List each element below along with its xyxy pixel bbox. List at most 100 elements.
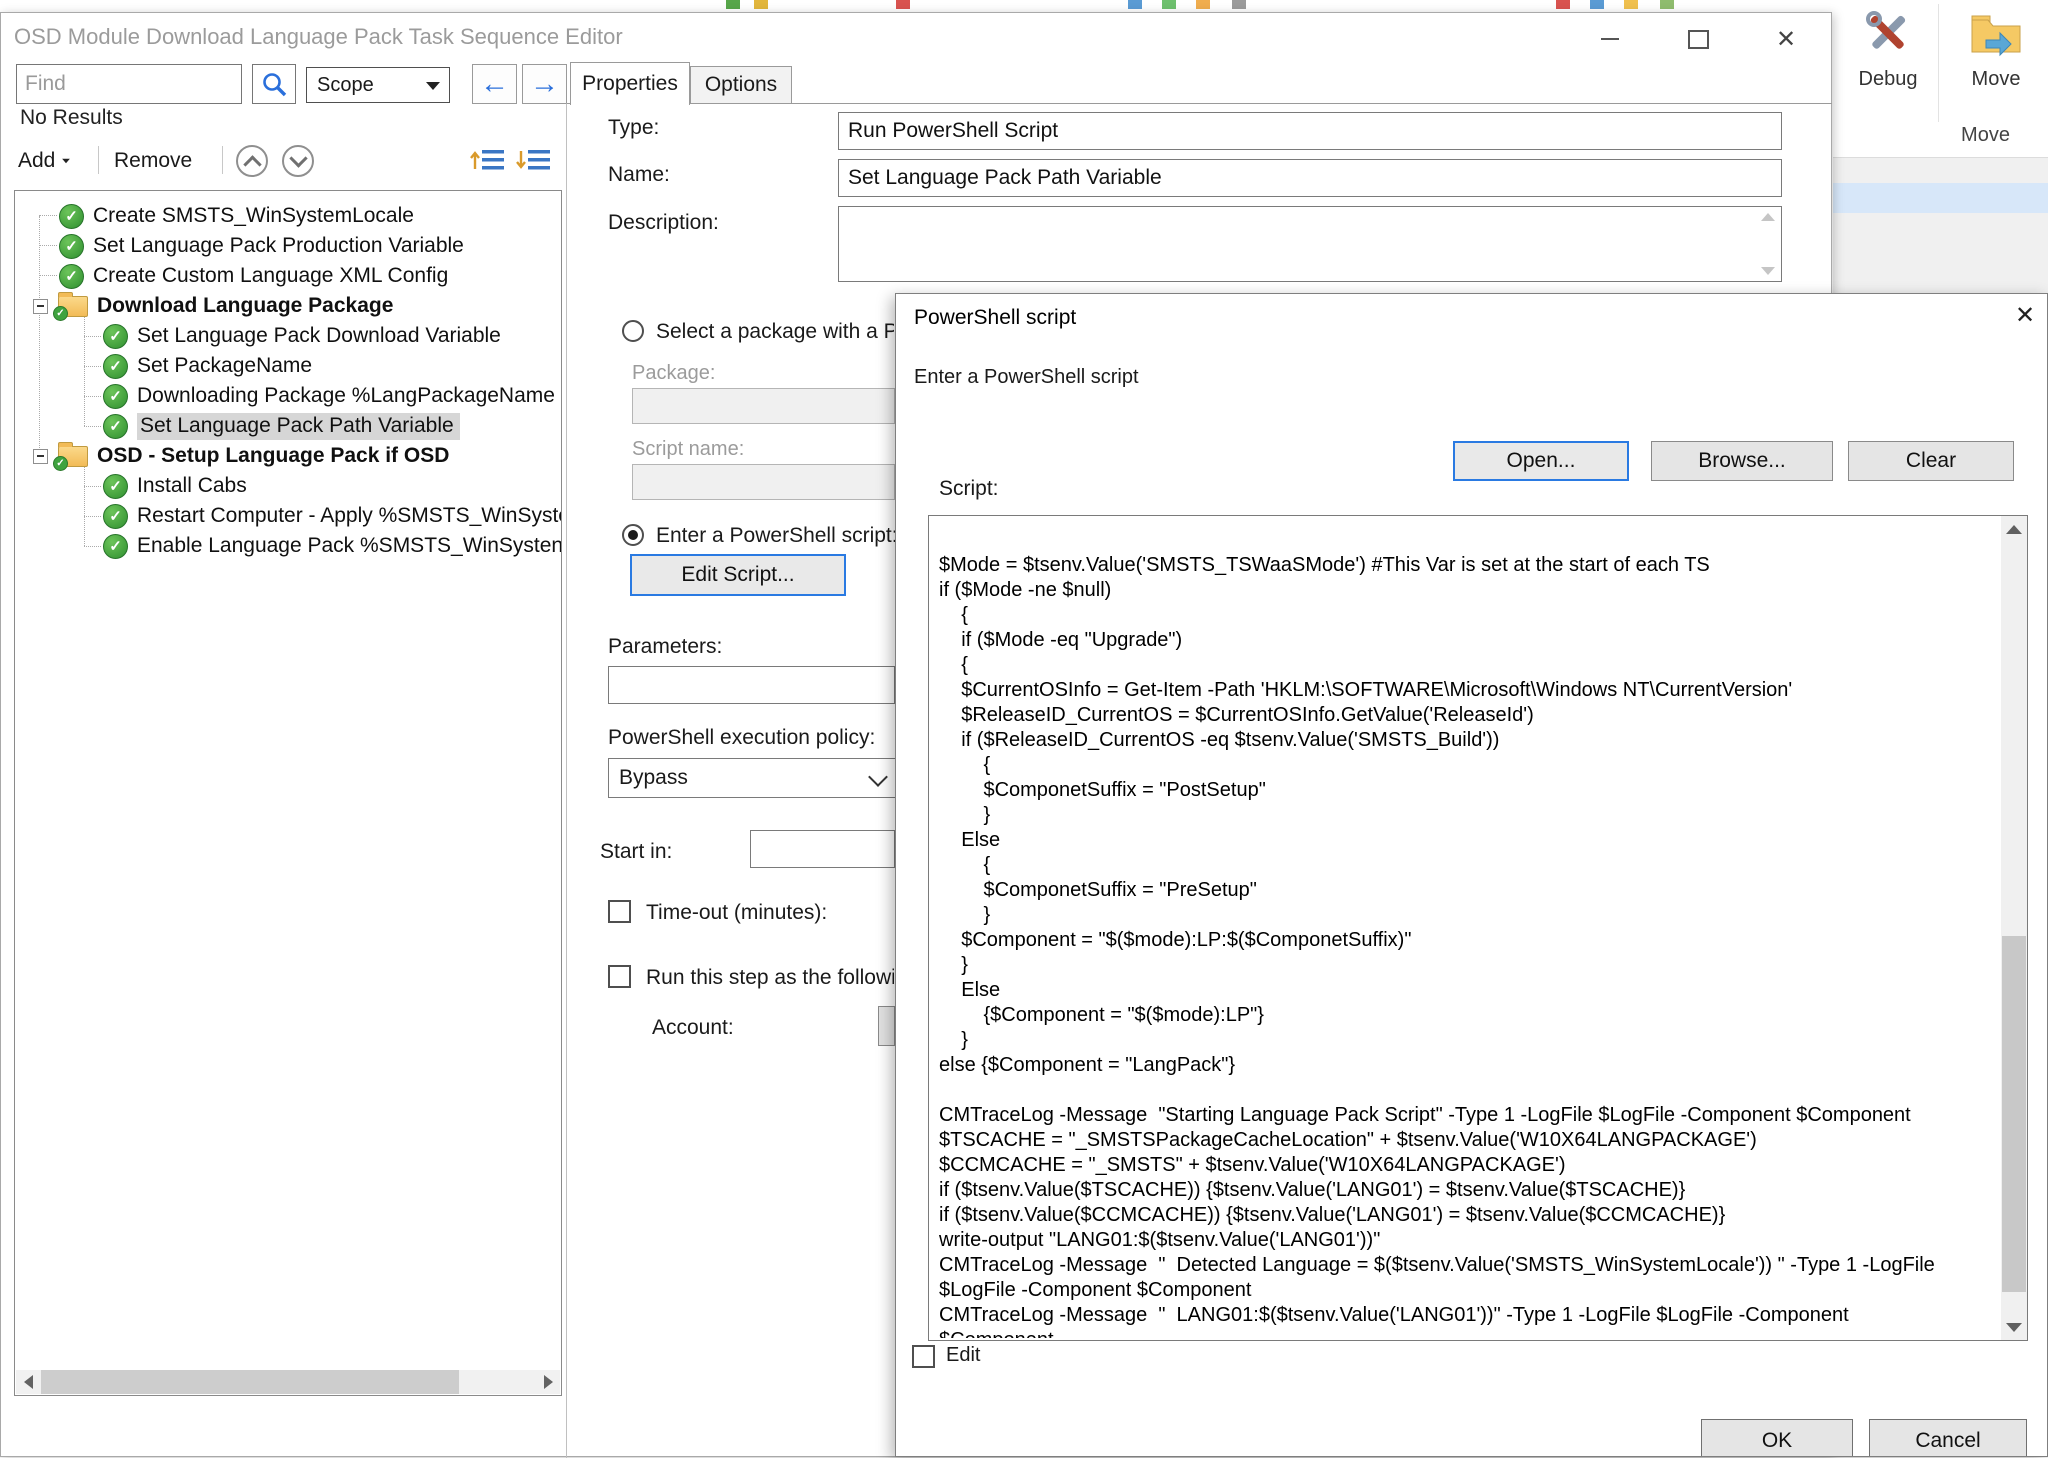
debug-button[interactable]: Debug [1841,2,1935,124]
tab-options[interactable]: Options [690,66,792,104]
success-check-icon: ✓ [59,264,84,289]
clear-button[interactable]: Clear [1848,441,2014,481]
tree-item-step[interactable]: ✓ Set PackageName [15,351,561,381]
reorder-up-button[interactable] [468,144,508,176]
success-check-icon: ✓ [103,324,128,349]
tree-item-step[interactable]: ✓ Enable Language Pack %SMSTS_WinSysten [15,531,561,561]
tree-item-label: Install Cabs [137,474,247,498]
success-check-icon: ✓ [103,504,128,529]
collapse-expander-icon[interactable] [33,449,48,464]
browse-button[interactable]: Browse... [1651,441,1833,481]
tree-item-step[interactable]: ✓ Downloading Package %LangPackageName [15,381,561,411]
open-button[interactable]: Open... [1453,441,1629,481]
tree-item-step[interactable]: ✓ Create SMSTS_WinSystemLocale [15,201,561,231]
tree-item-step[interactable]: ✓ Create Custom Language XML Config [15,261,561,291]
scrollbar-thumb[interactable] [2002,936,2026,1292]
parameters-field[interactable] [608,666,895,704]
scroll-right-arrow[interactable] [536,1370,560,1394]
cancel-button[interactable]: Cancel [1869,1419,2027,1457]
enter-script-radio[interactable] [622,524,644,546]
edit-checkbox[interactable] [912,1345,935,1368]
list-move-up-icon [470,146,506,174]
description-field[interactable] [838,206,1782,282]
tree-item-label: Set Language Pack Download Variable [137,324,501,348]
success-check-icon: ✓ [103,384,128,409]
type-field[interactable] [838,112,1782,150]
description-label: Description: [608,211,719,235]
tree-item-label: Set PackageName [137,354,312,378]
scroll-up-arrow[interactable] [2001,516,2027,542]
account-label: Account: [652,1016,734,1040]
execution-policy-label: PowerShell execution policy: [608,726,875,750]
tree-item-label: OSD - Setup Language Pack if OSD [97,444,449,468]
tree-item-step-selected[interactable]: ✓ Set Language Pack Path Variable [15,411,561,441]
name-field[interactable] [838,159,1782,197]
navigate-forward-button[interactable]: → [522,64,567,104]
chevron-down-icon [426,82,440,90]
timeout-label: Time-out (minutes): [646,901,827,925]
collapse-all-button[interactable] [236,145,268,177]
taskbar-icon-fragment [1624,0,1638,9]
add-button[interactable]: Add [18,144,73,178]
edit-script-button[interactable]: Edit Script... [630,554,846,596]
collapse-expander-icon[interactable] [33,299,48,314]
search-button[interactable] [252,64,296,104]
taskbar-icon-fragment [1232,0,1246,9]
scrollbar-thumb[interactable] [41,1370,459,1394]
dialog-subtitle: Enter a PowerShell script [914,366,1139,389]
type-label: Type: [608,116,659,140]
move-button[interactable]: Move [1947,2,2045,124]
reorder-down-button[interactable] [514,144,554,176]
timeout-checkbox[interactable] [608,900,631,923]
select-package-radio-label: Select a package with a P [656,320,894,344]
tree-item-group[interactable]: ✓ OSD - Setup Language Pack if OSD [15,441,561,471]
start-in-label: Start in: [600,840,672,864]
chevron-up-icon [243,155,261,173]
ribbon-group-label: Move [1923,124,2048,147]
execution-policy-dropdown[interactable]: Bypass [608,758,900,798]
search-results-status: No Results [20,106,123,130]
toolbar-separator [98,146,99,174]
taskbar-icon-fragment [1556,0,1570,9]
expand-all-button[interactable] [282,145,314,177]
run-as-checkbox[interactable] [608,965,631,988]
script-content[interactable]: $Mode = $tsenv.Value('SMSTS_TSWaaSMode')… [939,528,1997,1338]
taskbar-icon-fragment [726,0,740,9]
dialog-close-button[interactable]: ✕ [2010,300,2040,330]
tree-item-label: Downloading Package %LangPackageName [137,384,555,408]
success-check-icon: ✓ [103,534,128,559]
task-sequence-tree[interactable]: ✓ Create SMSTS_WinSystemLocale ✓ Set Lan… [14,190,562,1396]
horizontal-scrollbar[interactable] [16,1370,560,1394]
tree-item-step[interactable]: ✓ Install Cabs [15,471,561,501]
select-package-radio[interactable] [622,320,644,342]
find-input[interactable] [16,64,242,104]
tree-item-step[interactable]: ✓ Restart Computer - Apply %SMSTS_WinSys… [15,501,561,531]
tab-properties[interactable]: Properties [570,62,690,105]
tree-item-label: Restart Computer - Apply %SMSTS_WinSyste [137,504,562,528]
screenshot-root: { "colors": { "accent_blue": "#2a7ae2", … [0,0,2048,1457]
scope-dropdown[interactable]: Scope [306,67,450,103]
execution-policy-value: Bypass [619,766,688,790]
minimize-button[interactable] [1580,18,1640,60]
scroll-down-arrow[interactable] [2001,1314,2027,1340]
scroll-left-arrow[interactable] [16,1370,40,1394]
tree-item-label: Create SMSTS_WinSystemLocale [93,204,414,228]
script-label: Script: [939,477,999,501]
tree-item-group[interactable]: ✓ Download Language Package [15,291,561,321]
ok-button[interactable]: OK [1701,1419,1853,1457]
script-editor[interactable]: $Mode = $tsenv.Value('SMSTS_TSWaaSMode')… [928,515,2028,1341]
tree-item-step[interactable]: ✓ Set Language Pack Production Variable [15,231,561,261]
group-folder-icon: ✓ [58,446,88,467]
success-check-icon: ✓ [59,234,84,259]
taskbar-icon-fragment [1128,0,1142,9]
close-button[interactable]: ✕ [1756,18,1816,60]
navigate-back-button[interactable]: ← [472,64,517,104]
set-account-button-partial[interactable] [878,1006,895,1046]
arrow-right-icon: → [530,68,559,101]
tree-item-label: Set Language Pack Production Variable [93,234,464,258]
maximize-button[interactable] [1668,18,1728,60]
tree-item-step[interactable]: ✓ Set Language Pack Download Variable [15,321,561,351]
start-in-field[interactable] [750,830,895,868]
remove-button[interactable]: Remove [114,144,192,178]
vertical-scrollbar[interactable] [2001,516,2027,1340]
